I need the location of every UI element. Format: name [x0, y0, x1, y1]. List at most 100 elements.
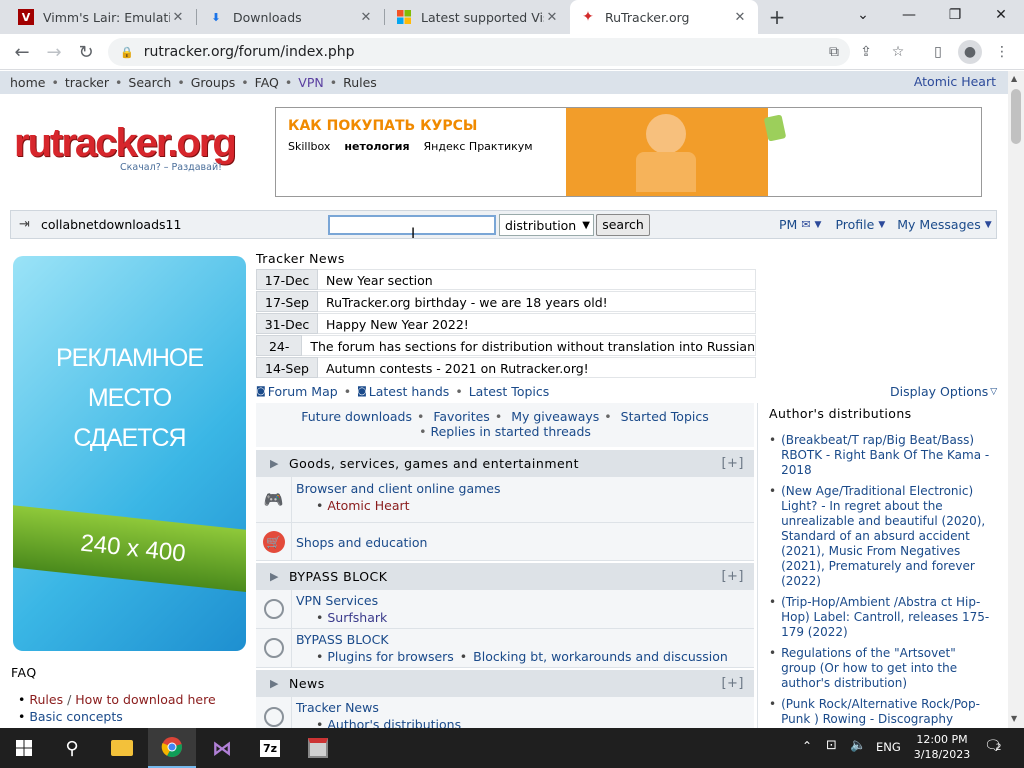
- latest-topics-link[interactable]: Latest Topics: [469, 384, 550, 399]
- news-link[interactable]: New Year section: [318, 269, 756, 290]
- news-link[interactable]: RuTracker.org birthday - we are 18 years…: [318, 291, 756, 312]
- chevron-down-icon[interactable]: ▼: [815, 220, 822, 230]
- reload-icon[interactable]: ↻: [72, 38, 100, 66]
- latest-hands-link[interactable]: Latest hands: [369, 384, 450, 399]
- menu-kebab-icon[interactable]: ⋮: [990, 40, 1014, 64]
- profile-link[interactable]: Profile: [835, 217, 874, 232]
- page-scrollbar[interactable]: [1008, 71, 1024, 728]
- forum-title-link[interactable]: Tracker News: [296, 700, 379, 715]
- 7zip-icon[interactable]: 7z: [246, 728, 294, 768]
- back-icon[interactable]: ←: [8, 38, 36, 66]
- faq-basic-concepts-link[interactable]: Basic concepts: [29, 709, 122, 724]
- chevron-down-icon[interactable]: ▽: [990, 387, 997, 397]
- volume-icon[interactable]: 🔈: [850, 738, 866, 753]
- windows-start-icon[interactable]: [0, 728, 48, 768]
- forum-map-link[interactable]: Forum Map: [268, 384, 338, 399]
- subforum-authors[interactable]: Author's distributions: [327, 717, 461, 728]
- side-ad-banner[interactable]: РЕКЛАМНОЕ МЕСТО СДАЕТСЯ 240 x 400: [13, 256, 246, 651]
- notification-icon[interactable]: 🗨2: [984, 738, 1002, 754]
- author-link[interactable]: Regulations of the "Artsovet" group (Or …: [781, 646, 991, 691]
- restore-icon[interactable]: ❐: [932, 0, 978, 30]
- username-link[interactable]: collabnetdownloads11: [41, 217, 181, 232]
- close-icon[interactable]: ✕: [732, 10, 748, 25]
- nav-faq[interactable]: FAQ: [255, 75, 279, 90]
- side-panel-icon[interactable]: ▯: [926, 40, 950, 64]
- my-messages-link[interactable]: My Messages: [897, 217, 980, 232]
- translate-icon[interactable]: ⧉: [822, 40, 846, 64]
- nav-vpn[interactable]: VPN: [298, 75, 323, 90]
- nav-groups[interactable]: Groups: [191, 75, 236, 90]
- search-icon[interactable]: ⚲: [48, 728, 96, 768]
- tab-visual-studio[interactable]: Latest supported Visua ✕: [386, 0, 570, 34]
- close-icon[interactable]: ✕: [358, 10, 374, 25]
- file-explorer-icon[interactable]: [98, 728, 146, 768]
- tab-rutracker[interactable]: ✦ RuTracker.org ✕: [570, 0, 758, 34]
- network-icon[interactable]: ⊡: [826, 738, 837, 753]
- nav-rules[interactable]: Rules: [343, 75, 377, 90]
- expand-icon[interactable]: [+]: [721, 676, 744, 691]
- started-topics-link[interactable]: Started Topics: [621, 409, 709, 424]
- subforum-plugins[interactable]: Plugins for browsers: [327, 649, 453, 664]
- news-link[interactable]: Autumn contests - 2021 on Rutracker.org!: [318, 357, 756, 378]
- tab-downloads[interactable]: ⬇ Downloads ✕: [198, 0, 384, 34]
- subforum-atomic-heart[interactable]: Atomic Heart: [327, 498, 409, 513]
- visual-studio-icon[interactable]: ⋈: [198, 728, 246, 768]
- tab-vimms-lair[interactable]: V Vimm's Lair: Emulation ✕: [8, 0, 196, 34]
- forward-icon[interactable]: →: [40, 38, 68, 66]
- close-icon[interactable]: ✕: [170, 10, 186, 25]
- author-link[interactable]: (Trip-Hop/Ambient /Abstra ct Hip-Hop) La…: [781, 595, 991, 640]
- search-button[interactable]: search: [596, 214, 650, 236]
- new-tab-icon[interactable]: +: [764, 5, 790, 29]
- faq-how-to-download-link[interactable]: How to download here: [75, 692, 215, 707]
- chevron-down-icon[interactable]: ▼: [878, 220, 885, 230]
- window-close-icon[interactable]: ✕: [978, 0, 1024, 30]
- replies-link[interactable]: Replies in started threads: [430, 424, 590, 439]
- close-icon[interactable]: ✕: [544, 10, 560, 25]
- installer-icon[interactable]: [294, 728, 342, 768]
- author-link[interactable]: (Breakbeat/T rap/Big Beat/Bass) RBOTK - …: [781, 433, 991, 478]
- logout-icon[interactable]: ⇥: [19, 217, 30, 232]
- my-giveaways-link[interactable]: My giveaways: [511, 409, 599, 424]
- bookmark-star-icon[interactable]: ☆: [886, 40, 910, 64]
- site-logo[interactable]: rutracker.org Скачал? – Раздавай!: [14, 121, 254, 181]
- ad-banner[interactable]: КАК ПОКУПАТЬ КУРСЫ Skillbox нетология Ян…: [275, 107, 982, 197]
- category-header[interactable]: ▶ BYPASS BLOCK [+]: [256, 563, 754, 590]
- favorites-link[interactable]: Favorites: [433, 409, 489, 424]
- author-link[interactable]: (New Age/Traditional Electronic) Light? …: [781, 484, 991, 589]
- nav-search[interactable]: Search: [128, 75, 171, 90]
- pm-link[interactable]: PM: [779, 217, 797, 232]
- nav-atomic-heart[interactable]: Atomic Heart: [914, 74, 996, 89]
- author-link[interactable]: (Punk Rock/Alternative Rock/Pop-Punk ) R…: [781, 697, 991, 727]
- chrome-icon[interactable]: [148, 728, 196, 768]
- tray-chevron-up-icon[interactable]: ⌃: [802, 739, 812, 753]
- news-link[interactable]: Happy New Year 2022!: [318, 313, 756, 334]
- forum-title-link[interactable]: Browser and client online games: [296, 481, 501, 496]
- display-options-link[interactable]: Display Options: [890, 384, 988, 399]
- address-bar[interactable]: 🔒 rutracker.org/forum/index.php: [108, 38, 850, 66]
- search-scope-select[interactable]: distribution ▼: [499, 214, 594, 236]
- category-header[interactable]: ▶ News [+]: [256, 670, 754, 697]
- subforum-surfshark[interactable]: Surfshark: [327, 610, 387, 625]
- future-downloads-link[interactable]: Future downloads: [301, 409, 412, 424]
- lock-icon[interactable]: 🔒: [120, 46, 134, 59]
- expand-icon[interactable]: [+]: [721, 569, 744, 584]
- subforum-blocking[interactable]: Blocking bt, workarounds and discussion: [473, 649, 728, 664]
- category-header[interactable]: ▶ Goods, services, games and entertainme…: [256, 450, 754, 477]
- expand-icon[interactable]: [+]: [721, 456, 744, 471]
- forum-title-link[interactable]: VPN Services: [296, 593, 378, 608]
- share-icon[interactable]: ⇪: [854, 40, 878, 64]
- scrollbar-thumb[interactable]: [1011, 89, 1021, 144]
- faq-rules-link[interactable]: Rules: [29, 692, 63, 707]
- news-link[interactable]: The forum has sections for distribution …: [302, 335, 756, 356]
- chevron-down-icon[interactable]: ▼: [985, 220, 992, 230]
- language-indicator[interactable]: ENG: [876, 740, 901, 754]
- nav-tracker[interactable]: tracker: [65, 75, 109, 90]
- minimize-icon[interactable]: —: [886, 0, 932, 30]
- nav-home[interactable]: home: [10, 75, 45, 90]
- scroll-down-icon[interactable]: ▼: [1011, 714, 1017, 723]
- forum-title-link[interactable]: Shops and education: [296, 535, 427, 550]
- tab-search-icon[interactable]: ⌄: [840, 0, 886, 30]
- clock[interactable]: 12:00 PM 3/18/2023: [912, 732, 972, 762]
- profile-avatar-icon[interactable]: ●: [958, 40, 982, 64]
- forum-title-link[interactable]: BYPASS BLOCK: [296, 632, 389, 647]
